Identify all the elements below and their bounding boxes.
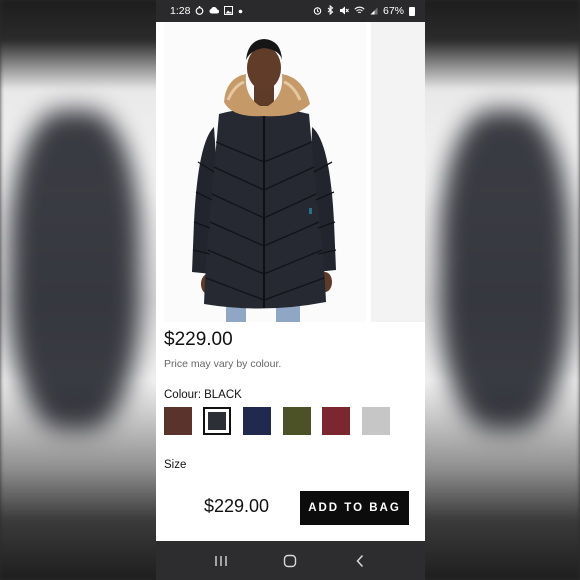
- size-label: Size: [164, 459, 187, 471]
- back-icon[interactable]: [345, 546, 375, 576]
- system-nav-bar: [156, 541, 425, 580]
- recent-apps-icon[interactable]: [206, 546, 236, 576]
- product-price: $229.00: [164, 329, 233, 350]
- product-image[interactable]: [164, 22, 366, 322]
- add-to-bag-button[interactable]: ADD TO BAG: [300, 491, 409, 525]
- swatch-brown[interactable]: [164, 407, 192, 435]
- product-image-thumbnail[interactable]: [371, 22, 425, 322]
- battery-icon: [409, 6, 415, 16]
- bluetooth-icon: [327, 4, 334, 17]
- mute-icon: [339, 6, 349, 17]
- signal-icon: [370, 6, 378, 17]
- status-bar: 1:28 67%: [156, 0, 425, 22]
- wifi-icon: [354, 6, 365, 17]
- image-icon: [224, 5, 234, 17]
- dot-icon: [238, 7, 243, 16]
- black-quilted-parka-with-fur-hood-icon: [192, 39, 337, 322]
- clock: 1:28: [170, 5, 191, 17]
- alarm-icon: [313, 6, 322, 17]
- swatch-navy[interactable]: [243, 407, 271, 435]
- colour-value: BLACK: [204, 389, 242, 401]
- colour-swatches: [164, 407, 424, 437]
- home-icon[interactable]: [275, 546, 305, 576]
- swatch-black[interactable]: [203, 407, 231, 435]
- timer-icon: [195, 5, 204, 17]
- colour-label: Colour: BLACK: [164, 389, 242, 401]
- battery-percent: 67%: [382, 5, 404, 17]
- swatch-olive[interactable]: [283, 407, 311, 435]
- sticky-price: $229.00: [204, 496, 270, 516]
- swatch-burgundy[interactable]: [322, 407, 350, 435]
- price-note: Price may vary by colour.: [164, 358, 282, 370]
- colour-label-text: Colour:: [164, 389, 202, 401]
- swatch-light-grey[interactable]: [362, 407, 390, 435]
- cloud-icon: [209, 6, 220, 16]
- phone-screen: 1:28 67% $229.00 Price may vary by colou…: [156, 0, 425, 580]
